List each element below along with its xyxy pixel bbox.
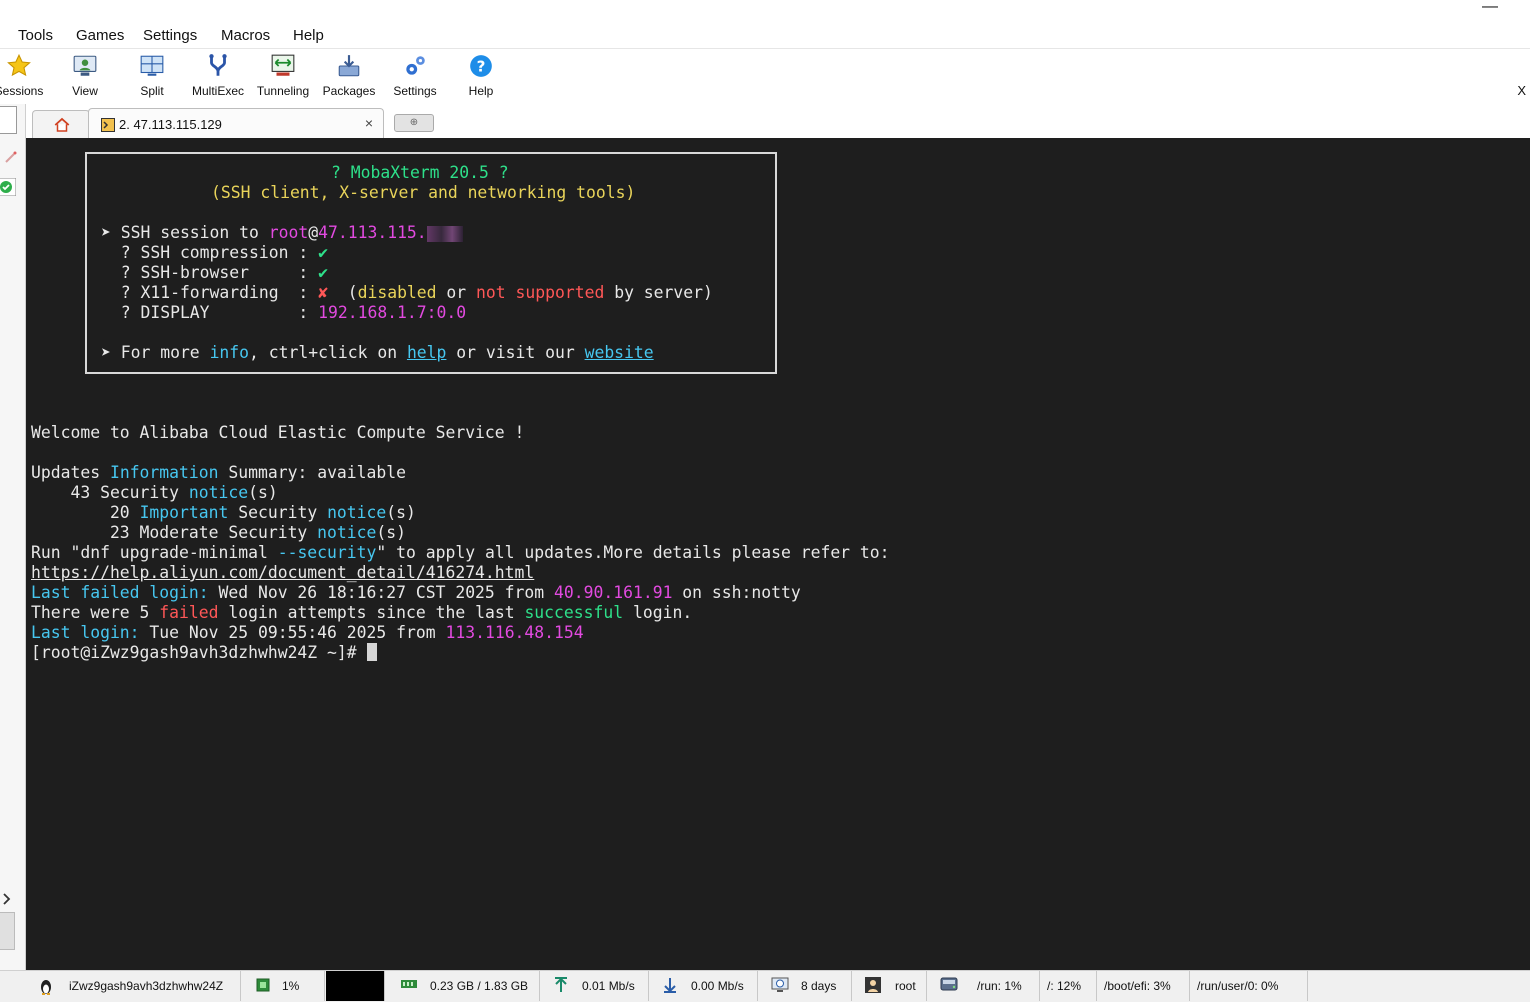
status-user: root: [852, 971, 927, 1001]
status-download: 0.00 Mb/s: [649, 971, 758, 1001]
cpu-icon: [256, 978, 270, 992]
sessions-label: Sessions: [0, 84, 44, 98]
tab-ssh-label: 2. 47.113.115.129: [119, 117, 222, 132]
status-memory: 0.23 GB / 1.83 GB: [386, 971, 540, 1001]
chevron-right-icon[interactable]: [1, 892, 13, 906]
updates-line: Updates Information Summary: available: [31, 463, 407, 482]
settings-label: Settings: [393, 84, 437, 98]
sidebar-scrollbar[interactable]: [0, 912, 15, 950]
menu-help[interactable]: Help: [293, 27, 324, 44]
packages-label: Packages: [322, 84, 376, 98]
multiexec-label: MultiExec: [191, 84, 244, 98]
banner-subtitle: (SSH client, X-server and networking too…: [211, 183, 636, 202]
download-arrow-icon: [664, 978, 676, 993]
banner-display-line: ? DISPLAY : 192.168.1.7:0.0: [101, 303, 467, 322]
toolbar-close-button[interactable]: X: [1517, 83, 1526, 98]
menu-bar: Tools Games Settings Macros Help —: [0, 0, 1530, 48]
welcome-line: Welcome to Alibaba Cloud Elastic Compute…: [31, 423, 525, 442]
status-upload: 0.01 Mb/s: [540, 971, 649, 1001]
home-icon: [54, 117, 70, 132]
tab-ssh-session[interactable]: 2. 47.113.115.129 ×: [88, 108, 384, 139]
banner-x11-line: ? X11-forwarding : ✘ (disabled or not su…: [101, 283, 713, 302]
cpu-graph: [326, 971, 385, 1001]
important-notices-line: 20 Important Security notice(s): [31, 503, 416, 522]
sidebar-search-input[interactable]: [0, 106, 17, 134]
svg-text:?: ?: [477, 57, 486, 75]
failed-attempts-line: There were 5 failed login attempts since…: [31, 603, 693, 622]
tab-home[interactable]: [32, 110, 90, 139]
tunneling-button[interactable]: Tunneling: [250, 53, 316, 103]
terminal-area[interactable]: ? MobaXterm 20.5 ? (SSH client, X-server…: [26, 138, 1530, 970]
security-notices-line: 43 Security notice(s): [31, 483, 278, 502]
banner-browser-line: ? SSH-browser : ✔: [101, 263, 328, 282]
star-icon: [7, 53, 31, 77]
banner-session-line: ➤ SSH session to root@47.113.115.: [101, 223, 463, 243]
clock-monitor-icon: [771, 977, 789, 992]
menu-tools[interactable]: Tools: [18, 27, 53, 44]
status-run-disk: /run: 1%: [927, 971, 1040, 1001]
view-button[interactable]: View: [52, 53, 118, 103]
last-login-line: Last login: Tue Nov 25 09:55:46 2025 fro…: [31, 623, 584, 642]
banner-title: ? MobaXterm 20.5 ?: [331, 163, 509, 182]
help-label: Help: [468, 84, 494, 98]
status-cpu: 1%: [240, 971, 325, 1001]
minimize-button[interactable]: —: [1482, 0, 1498, 15]
packages-button[interactable]: Packages: [316, 53, 382, 103]
help-icon: ?: [470, 55, 492, 77]
status-hostname: iZwz9gash9avh3dzhwhw24Z: [26, 971, 241, 1001]
moderate-notices-line: 23 Moderate Security notice(s): [31, 523, 406, 542]
status-boot-efi-disk: /boot/efi: 3%: [1097, 971, 1190, 1001]
magic-wand-icon[interactable]: [4, 150, 18, 164]
memory-icon: [401, 980, 417, 988]
linux-penguin-icon: [41, 980, 51, 995]
toolbar: Sessions View Split MultiExec Tunneling …: [0, 48, 1530, 105]
status-run-user-disk: /run/user/0: 0%: [1190, 971, 1308, 1001]
status-uptime: 8 days: [758, 971, 852, 1001]
view-icon: [73, 55, 97, 76]
status-root-disk: /: 12%: [1040, 971, 1097, 1001]
user-icon: [865, 977, 881, 993]
sessions-button[interactable]: Sessions: [0, 53, 52, 103]
split-button[interactable]: Split: [119, 53, 185, 103]
last-failed-login-line: Last failed login: Wed Nov 26 18:16:27 C…: [31, 583, 801, 602]
aliyun-doc-link[interactable]: https://help.aliyun.com/document_detail/…: [31, 563, 534, 583]
view-label: View: [72, 84, 98, 98]
gear-icon: [406, 56, 425, 75]
website-link[interactable]: website: [585, 343, 654, 362]
settings-button[interactable]: Settings: [382, 53, 448, 103]
tunneling-icon: [271, 54, 295, 76]
disk-icon: [940, 977, 958, 991]
help-link[interactable]: help: [407, 343, 446, 362]
multiexec-button[interactable]: MultiExec: [185, 53, 251, 103]
multiexec-icon: [209, 54, 227, 76]
help-button[interactable]: ? Help: [448, 53, 514, 103]
split-label: Split: [140, 84, 164, 98]
banner-compression-line: ? SSH compression : ✔: [101, 243, 328, 262]
split-icon: [140, 55, 164, 76]
menu-settings[interactable]: Settings: [143, 27, 197, 44]
shell-prompt[interactable]: [root@iZwz9gash9avh3dzhwhw24Z ~]#: [31, 643, 377, 663]
banner-more-line: ➤ For more info, ctrl+click on help or v…: [101, 343, 654, 362]
redacted-ip-block: [426, 225, 463, 242]
menu-macros[interactable]: Macros: [221, 27, 270, 44]
close-icon[interactable]: ×: [365, 115, 373, 131]
new-tab-button[interactable]: ⊕: [394, 114, 434, 132]
packages-icon: [338, 55, 360, 77]
terminal-icon: [101, 118, 115, 132]
tab-strip: 2. 47.113.115.129 × ⊕: [0, 104, 1530, 139]
run-command-line: Run "dnf upgrade-minimal --security" to …: [31, 543, 890, 562]
tunneling-label: Tunneling: [256, 84, 310, 98]
left-sidebar: [0, 104, 26, 970]
status-bar: iZwz9gash9avh3dzhwhw24Z 1% 0.23 GB / 1.8…: [0, 970, 1530, 1002]
menu-games[interactable]: Games: [76, 27, 124, 44]
upload-arrow-icon: [555, 977, 567, 992]
check-circle-icon[interactable]: [0, 178, 16, 196]
terminal-cursor: [366, 643, 377, 661]
